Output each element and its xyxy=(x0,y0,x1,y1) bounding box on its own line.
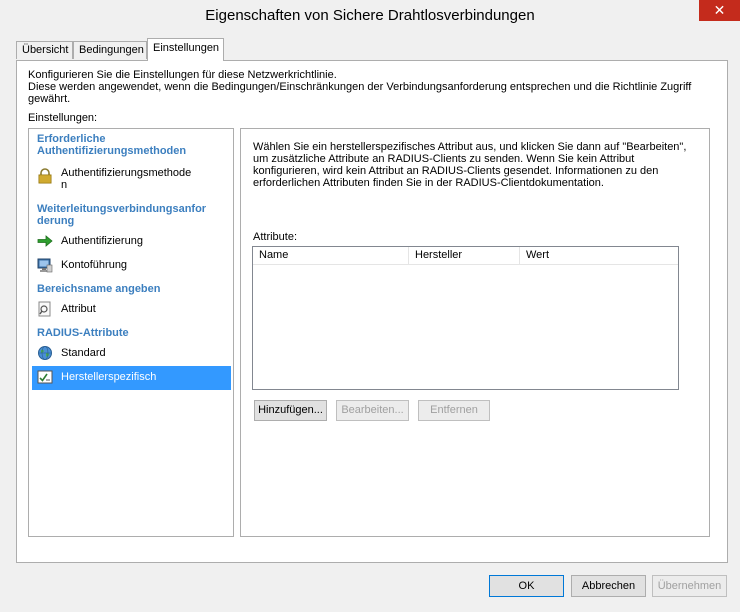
tab-bedingungen[interactable]: Bedingungen xyxy=(73,41,147,59)
search-page-icon xyxy=(38,301,51,317)
globe-icon xyxy=(38,346,52,360)
add-button[interactable]: Hinzufügen... xyxy=(254,400,327,421)
close-icon: ✕ xyxy=(713,2,726,18)
tab-uebersicht[interactable]: Übersicht xyxy=(16,41,73,59)
tab-label: Einstellungen xyxy=(153,42,220,54)
nav-item-herstellerspezifisch[interactable]: Herstellerspezifisch xyxy=(32,366,231,390)
group-header-line: Weiterleitungsverbindungsanfor xyxy=(37,203,207,215)
intro-line: Diese werden angewendet, wenn die Beding… xyxy=(28,81,692,105)
nav-item-authentifizierungsmethoden[interactable]: Authentifizierungsmethode n xyxy=(32,162,231,196)
settings-nav-panel: Erforderliche Authentifizierungsmethoden… xyxy=(28,128,234,537)
group-header-line: Erforderliche xyxy=(37,133,106,145)
ok-button[interactable]: OK xyxy=(489,575,564,597)
attributes-label: Attribute: xyxy=(253,231,298,243)
title-bar: Eigenschaften von Sichere Drahtlosverbin… xyxy=(0,0,740,32)
nav-item-label: Standard xyxy=(61,347,106,359)
group-header-line: derung xyxy=(37,215,75,227)
intro-line: Konfigurieren Sie die Einstellungen für … xyxy=(28,69,337,81)
description-text: Wählen Sie ein herstellerspezifisches At… xyxy=(253,141,693,189)
nav-item-label: Attribut xyxy=(61,303,96,315)
close-button[interactable]: ✕ xyxy=(699,0,740,21)
description-line: konfigurieren, wird kein Attribut an RAD… xyxy=(253,165,659,177)
nav-item-label: Authentifizierung xyxy=(61,235,143,247)
column-header-hersteller[interactable]: Hersteller xyxy=(409,247,520,265)
column-header-name[interactable]: Name xyxy=(253,247,409,265)
nav-item-label: Kontoführung xyxy=(61,259,128,271)
remove-button[interactable]: Entfernen xyxy=(418,400,490,421)
nav-item-label: Authentifizierungsmethode n xyxy=(61,167,191,191)
settings-label: Einstellungen: xyxy=(28,112,98,124)
group-header-radius: RADIUS-Attribute xyxy=(37,327,129,339)
settings-content-panel: Wählen Sie ein herstellerspezifisches At… xyxy=(240,128,710,537)
group-header-line: RADIUS-Attribute xyxy=(37,327,129,339)
nav-item-authentifizierung[interactable]: Authentifizierung xyxy=(32,230,231,254)
apply-button[interactable]: Übernehmen xyxy=(652,575,727,597)
description-line: Wählen Sie ein herstellerspezifisches At… xyxy=(253,141,687,153)
nav-item-attribut[interactable]: Attribut xyxy=(32,298,231,322)
checklist-icon xyxy=(37,370,53,384)
nav-label-line: Authentifizierungsmethode xyxy=(61,167,192,179)
green-arrow-icon xyxy=(37,235,53,247)
tab-label: Übersicht xyxy=(22,44,69,56)
group-header-required-auth: Erforderliche Authentifizierungsmethoden xyxy=(37,133,186,157)
edit-button[interactable]: Bearbeiten... xyxy=(336,400,409,421)
nav-item-standard[interactable]: Standard xyxy=(32,342,231,366)
description-line: um zusätzliche Attribute an RADIUS-Clien… xyxy=(253,153,635,165)
description-line: erforderlichen Attributen finden Sie in … xyxy=(253,177,604,189)
lock-icon xyxy=(38,168,52,184)
computer-icon xyxy=(37,258,53,273)
group-header-realm: Bereichsname angeben xyxy=(37,283,161,295)
attributes-list[interactable]: Name Hersteller Wert xyxy=(252,246,679,390)
column-header-wert[interactable]: Wert xyxy=(520,247,678,265)
tab-label: Bedingungen xyxy=(79,44,144,56)
intro-text: Konfigurieren Sie die Einstellungen für … xyxy=(28,69,727,105)
group-header-forwarding: Weiterleitungsverbindungsanfor derung xyxy=(37,203,206,227)
cancel-button[interactable]: Abbrechen xyxy=(571,575,646,597)
tab-panel-einstellungen: Konfigurieren Sie die Einstellungen für … xyxy=(16,60,728,563)
group-header-line: Authentifizierungsmethoden xyxy=(37,145,187,157)
nav-item-label: Herstellerspezifisch xyxy=(61,371,157,383)
nav-item-kontofuehrung[interactable]: Kontoführung xyxy=(32,254,231,278)
window-title: Eigenschaften von Sichere Drahtlosverbin… xyxy=(205,7,535,24)
group-header-line: Bereichsname angeben xyxy=(37,283,161,295)
properties-dialog: Eigenschaften von Sichere Drahtlosverbin… xyxy=(0,0,740,612)
nav-label-line: n xyxy=(61,179,68,191)
tab-einstellungen[interactable]: Einstellungen xyxy=(147,38,224,61)
